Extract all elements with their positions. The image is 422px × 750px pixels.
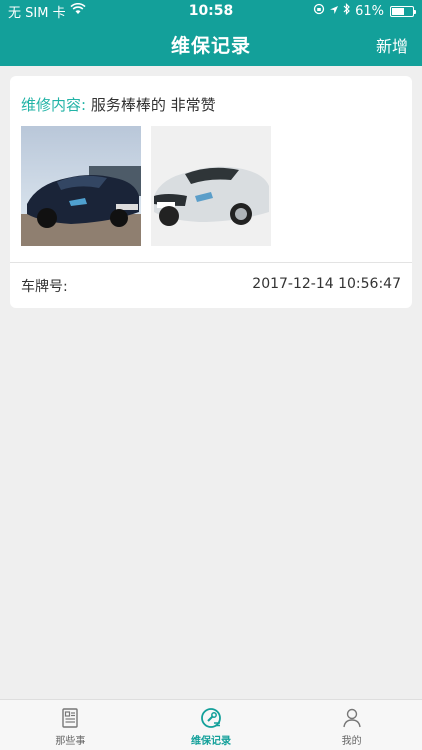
card-divider [10,262,412,263]
bluetooth-icon [343,3,351,19]
battery-percent: 61% [355,3,384,19]
status-bar: 无 SIM 卡 10:58 61% [0,0,422,22]
content-value: 服务棒棒的 非常赞 [90,96,216,114]
tab-maintenance-records[interactable]: 维保记录 [141,700,282,750]
person-icon [342,708,361,728]
record-card[interactable]: 维修内容: 服务棒棒的 非常赞 车牌号: 2017-12-14 10:56:47 [10,76,412,308]
battery-icon [390,5,416,17]
content-label: 维修内容: [21,96,87,114]
page-title: 维保记录 [170,34,251,57]
status-right: 61% [313,3,416,19]
tab-bar: 那些事 维保记录 我的 [0,699,422,750]
car-photo-2[interactable] [151,126,271,246]
rotation-lock-icon [313,3,325,19]
record-timestamp: 2017-12-14 10:56:47 [252,276,401,292]
wifi-icon [70,2,86,19]
plate-label: 车牌号: [21,279,68,295]
document-icon [62,708,79,728]
navigation-bar: 维保记录 新增 [0,22,422,66]
status-left: 无 SIM 卡 [8,2,86,21]
wrench-icon [201,708,221,728]
tab-label: 维保记录 [191,736,231,747]
tab-mine[interactable]: 我的 [281,700,422,750]
tab-label: 我的 [341,736,362,747]
car-photo-1[interactable] [21,126,141,246]
content-line: 维修内容: 服务棒棒的 非常赞 [21,94,216,115]
tab-label: 那些事 [55,736,86,747]
location-icon [329,4,339,19]
carrier-text: 无 SIM 卡 [8,5,66,21]
add-button[interactable]: 新增 [376,33,408,57]
tab-stories[interactable]: 那些事 [0,700,141,750]
